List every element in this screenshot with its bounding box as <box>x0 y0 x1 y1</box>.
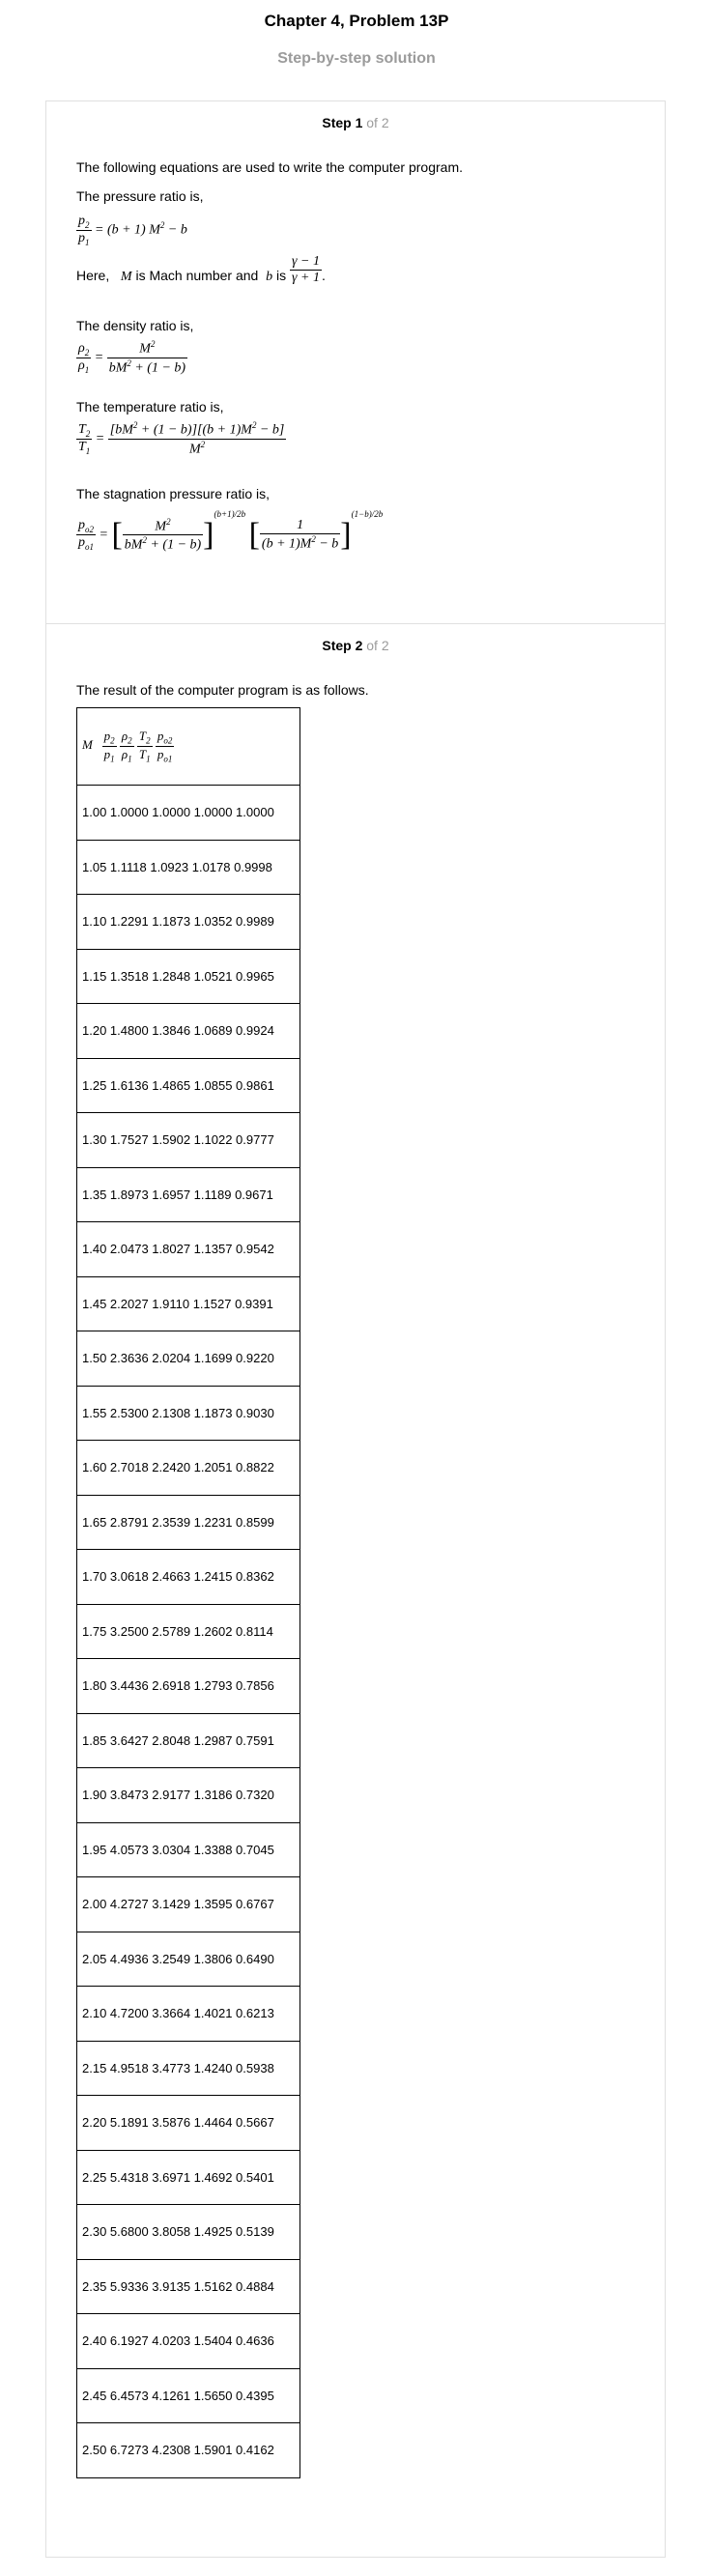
page-subtitle: Step-by-step solution <box>277 50 436 67</box>
table-cell: 2.40 6.1927 4.0203 1.5404 0.4636 <box>76 2313 300 2369</box>
temperature-heading: The temperature ratio is, <box>76 399 224 415</box>
definition-line: Here, M is Mach number and b is γ − 1γ +… <box>76 254 326 285</box>
pressure-ratio-equation: p2 p1 = (b + 1) M2 − b <box>76 214 187 247</box>
results-table: M p2 p1 ρ2 ρ1 T2 T1 po2 po1 1.00 1.0000 1.00… <box>76 707 300 2478</box>
step-1-label: Step 1 <box>322 115 363 130</box>
step-1-intro: The following equations are used to writ… <box>76 159 463 175</box>
table-row: 2.50 6.7273 4.2308 1.5901 0.4162 <box>76 2422 300 2478</box>
stagnation-ratio-equation: po2 po1 = [M2 bM2 + (1 − b)](b+1)/2b [1 (b … <box>76 509 384 553</box>
table-row: 1.10 1.2291 1.1873 1.0352 0.9989 <box>76 894 300 950</box>
table-cell: 2.00 4.2727 3.1429 1.3595 0.6767 <box>76 1876 300 1932</box>
table-cell: 1.90 3.8473 2.9177 1.3186 0.7320 <box>76 1767 300 1823</box>
table-row: 2.30 5.6800 3.8058 1.4925 0.5139 <box>76 2204 300 2260</box>
table-cell: 1.00 1.0000 1.0000 1.0000 1.0000 <box>76 785 300 841</box>
table-cell: 2.35 5.9336 3.9135 1.5162 0.4884 <box>76 2258 300 2314</box>
table-row: 1.90 3.8473 2.9177 1.3186 0.7320 <box>76 1767 300 1823</box>
page-title: Chapter 4, Problem 13P <box>264 12 449 30</box>
table-cell: 1.85 3.6427 2.8048 1.2987 0.7591 <box>76 1712 300 1768</box>
table-cell: 1.15 1.3518 1.2848 1.0521 0.9965 <box>76 948 300 1004</box>
table-cell: 2.10 4.7200 3.3664 1.4021 0.6213 <box>76 1986 300 2042</box>
table-cell: 1.55 2.5300 2.1308 1.1873 0.9030 <box>76 1385 300 1441</box>
table-row: 2.05 4.4936 3.2549 1.3806 0.6490 <box>76 1931 300 1987</box>
table-row: 1.60 2.7018 2.2420 1.2051 0.8822 <box>76 1440 300 1496</box>
table-cell: 1.30 1.7527 1.5902 1.1022 0.9777 <box>76 1112 300 1168</box>
temperature-ratio-equation: T2 T1 = [bM2 + (1 − b)][(b + 1)M2 − b] M2 <box>76 420 287 457</box>
step-2-card: Step 2 of 2 The result of the computer p… <box>45 623 666 2558</box>
table-cell: 1.10 1.2291 1.1873 1.0352 0.9989 <box>76 894 300 950</box>
step-2-header: Step 2 of 2 <box>46 638 665 653</box>
b-is: is <box>275 268 287 284</box>
pressure-heading: The pressure ratio is, <box>76 188 204 204</box>
table-cell: 1.70 3.0618 2.4663 1.2415 0.8362 <box>76 1549 300 1605</box>
step-2-of: of 2 <box>366 638 389 653</box>
step-1-card: Step 1 of 2 The following equations are … <box>45 100 666 624</box>
table-cell: 2.45 6.4573 4.1261 1.5650 0.4395 <box>76 2367 300 2423</box>
density-ratio-equation: ρ2 ρ1 = M2 bM2 + (1 − b) <box>76 339 188 376</box>
table-row: 1.50 2.3636 2.0204 1.1699 0.9220 <box>76 1331 300 1387</box>
b-definition: γ − 1γ + 1 <box>290 254 322 285</box>
table-cell: 1.80 3.4436 2.6918 1.2793 0.7856 <box>76 1658 300 1714</box>
table-row: 1.65 2.8791 2.3539 1.2231 0.8599 <box>76 1494 300 1550</box>
mach-symbol: M <box>120 270 132 285</box>
table-row: 1.80 3.4436 2.6918 1.2793 0.7856 <box>76 1658 300 1714</box>
table-cell: 1.45 2.2027 1.9110 1.1527 0.9391 <box>76 1275 300 1331</box>
table-header-cell: M p2 p1 ρ2 ρ1 T2 T1 po2 po1 <box>76 707 300 786</box>
table-row: 2.25 5.4318 3.6971 1.4692 0.5401 <box>76 2149 300 2205</box>
step-1-of: of 2 <box>366 115 389 130</box>
here-label: Here, <box>76 268 110 284</box>
table-row: 2.20 5.1891 3.5876 1.4464 0.5667 <box>76 2095 300 2151</box>
table-cell: 1.40 2.0473 1.8027 1.1357 0.9542 <box>76 1221 300 1277</box>
table-cell: 2.20 5.1891 3.5876 1.4464 0.5667 <box>76 2095 300 2151</box>
table-row: 1.35 1.8973 1.6957 1.1189 0.9671 <box>76 1166 300 1222</box>
table-header-row: M p2 p1 ρ2 ρ1 T2 T1 po2 po1 <box>76 707 300 786</box>
table-row: 1.20 1.4800 1.3846 1.0689 0.9924 <box>76 1003 300 1059</box>
table-row: 1.70 3.0618 2.4663 1.2415 0.8362 <box>76 1549 300 1605</box>
step-2-label: Step 2 <box>322 638 363 653</box>
stagnation-heading: The stagnation pressure ratio is, <box>76 486 270 501</box>
table-cell: 1.65 2.8791 2.3539 1.2231 0.8599 <box>76 1494 300 1550</box>
table-row: 1.85 3.6427 2.8048 1.2987 0.7591 <box>76 1712 300 1768</box>
mach-description: is Mach number and <box>135 268 259 284</box>
table-row: 2.10 4.7200 3.3664 1.4021 0.6213 <box>76 1986 300 2042</box>
table-cell: 2.50 6.7273 4.2308 1.5901 0.4162 <box>76 2422 300 2478</box>
table-row: 1.45 2.2027 1.9110 1.1527 0.9391 <box>76 1275 300 1331</box>
table-row: 1.95 4.0573 3.0304 1.3388 0.7045 <box>76 1821 300 1877</box>
table-row: 2.45 6.4573 4.1261 1.5650 0.4395 <box>76 2367 300 2423</box>
step-2-intro: The result of the computer program is as… <box>76 682 369 698</box>
table-cell: 1.50 2.3636 2.0204 1.1699 0.9220 <box>76 1331 300 1387</box>
table-cell: 1.75 3.2500 2.5789 1.2602 0.8114 <box>76 1603 300 1659</box>
table-cell: 1.25 1.6136 1.4865 1.0855 0.9861 <box>76 1057 300 1113</box>
table-row: 1.00 1.0000 1.0000 1.0000 1.0000 <box>76 785 300 841</box>
table-row: 2.15 4.9518 3.4773 1.4240 0.5938 <box>76 2040 300 2096</box>
table-row: 1.55 2.5300 2.1308 1.1873 0.9030 <box>76 1385 300 1441</box>
table-row: 2.40 6.1927 4.0203 1.5404 0.4636 <box>76 2313 300 2369</box>
table-cell: 1.05 1.1118 1.0923 1.0178 0.9998 <box>76 839 300 895</box>
table-row: 2.00 4.2727 3.1429 1.3595 0.6767 <box>76 1876 300 1932</box>
table-cell: 1.35 1.8973 1.6957 1.1189 0.9671 <box>76 1166 300 1222</box>
table-row: 1.30 1.7527 1.5902 1.1022 0.9777 <box>76 1112 300 1168</box>
table-row: 1.15 1.3518 1.2848 1.0521 0.9965 <box>76 948 300 1004</box>
table-row: 1.40 2.0473 1.8027 1.1357 0.9542 <box>76 1221 300 1277</box>
density-heading: The density ratio is, <box>76 318 194 333</box>
b-symbol: b <box>266 270 273 285</box>
table-row: 2.35 5.9336 3.9135 1.5162 0.4884 <box>76 2258 300 2314</box>
table-row: 1.75 3.2500 2.5789 1.2602 0.8114 <box>76 1603 300 1659</box>
table-cell: 1.60 2.7018 2.2420 1.2051 0.8822 <box>76 1440 300 1496</box>
table-cell: 1.20 1.4800 1.3846 1.0689 0.9924 <box>76 1003 300 1059</box>
table-cell: 2.25 5.4318 3.6971 1.4692 0.5401 <box>76 2149 300 2205</box>
table-row: 1.05 1.1118 1.0923 1.0178 0.9998 <box>76 839 300 895</box>
table-cell: 2.05 4.4936 3.2549 1.3806 0.6490 <box>76 1931 300 1987</box>
table-cell: 2.15 4.9518 3.4773 1.4240 0.5938 <box>76 2040 300 2096</box>
table-row: 1.25 1.6136 1.4865 1.0855 0.9861 <box>76 1057 300 1113</box>
table-cell: 2.30 5.6800 3.8058 1.4925 0.5139 <box>76 2204 300 2260</box>
step-1-header: Step 1 of 2 <box>46 115 665 130</box>
table-cell: 1.95 4.0573 3.0304 1.3388 0.7045 <box>76 1821 300 1877</box>
